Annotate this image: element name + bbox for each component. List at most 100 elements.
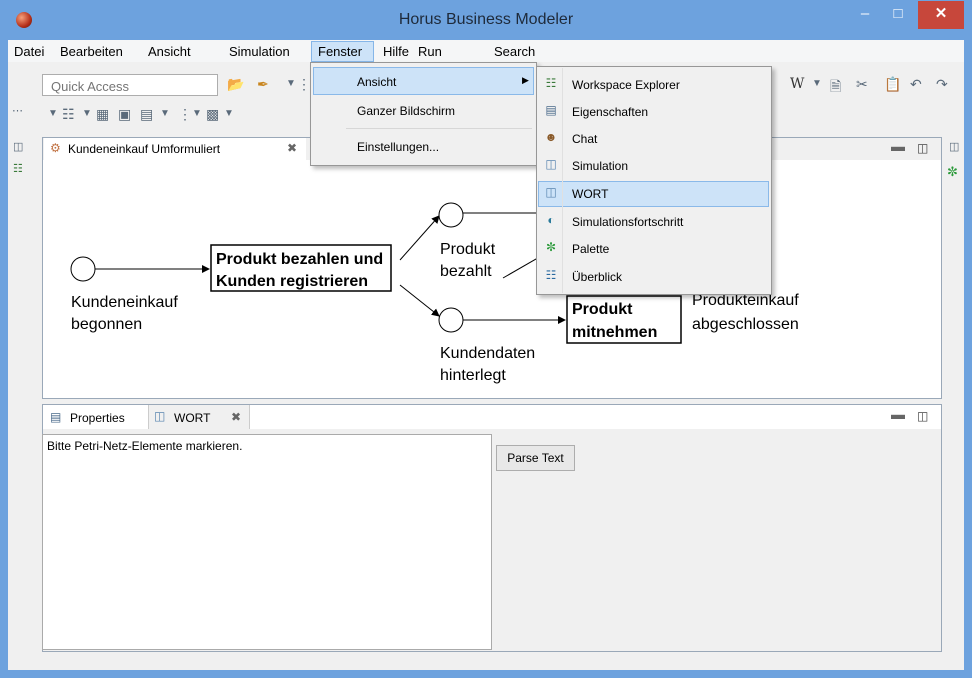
wort-hint-text: Bitte Petri-Netz-Elemente markieren. (47, 439, 243, 453)
dropdown-arrow-icon[interactable]: ▼ (48, 108, 58, 119)
minimize-view-icon[interactable]: ▬ (891, 406, 905, 422)
transition1-label-line1: Produkt bezahlen und (216, 251, 383, 268)
menu-item-palette[interactable]: Palette (572, 242, 609, 256)
properties-icon: ▤ (50, 410, 62, 424)
arc-t1-to-top (399, 215, 440, 261)
menu-simulation[interactable]: Simulation (229, 44, 290, 59)
chat-icon: ☻ (544, 130, 558, 144)
menu-gutter-line (562, 68, 563, 293)
dropdown-arrow-icon[interactable]: ▼ (160, 108, 170, 119)
maximize-view-icon[interactable]: ◫ (917, 409, 928, 423)
menu-search[interactable]: Search (494, 44, 535, 59)
palette-icon[interactable]: ✼ (947, 164, 958, 180)
menu-item-chat[interactable]: Chat (572, 132, 597, 146)
dropdown-arrow-icon[interactable]: ▼ (82, 108, 92, 119)
close-tab-icon[interactable]: ✖ (287, 141, 297, 155)
workspace-explorer-icon: ☷ (545, 76, 557, 90)
minimize-view-icon[interactable]: ▬ (891, 138, 905, 154)
progress-icon: ◐ (547, 213, 555, 227)
tab-wort-label: WORT (174, 411, 211, 425)
window-title: Horus Business Modeler (398, 11, 574, 28)
start-label-line1: Kundeneinkauf (71, 294, 178, 311)
submenu-arrow-icon: ▶ (522, 75, 529, 85)
tab-properties[interactable]: Properties (70, 411, 125, 425)
transition1-label-line2: Kunden registrieren (216, 273, 368, 290)
wort-icon: ◫ (154, 409, 166, 423)
tab-wort[interactable]: ◫ WORT ✖ (148, 405, 250, 429)
overview-icon: ☷ (545, 268, 557, 282)
word-dropdown-icon[interactable]: ▼ (812, 78, 822, 89)
window-frame-left (0, 40, 8, 678)
maximize-button[interactable]: □ (882, 1, 914, 29)
place-top-label-line2: bezahlt (440, 263, 492, 280)
dropdown-arrow-icon[interactable]: ▼ (192, 108, 202, 119)
palette-icon: ✼ (545, 240, 557, 254)
more-tools-icon[interactable]: ⋯ (12, 104, 23, 117)
menu-item-ansicht-highlight (313, 67, 534, 95)
menu-separator (346, 128, 532, 129)
align-icon[interactable]: ▤ (140, 106, 153, 123)
wort-text-area[interactable]: Bitte Petri-Netz-Elemente markieren. (42, 434, 492, 650)
close-tab-icon[interactable]: ✖ (231, 410, 241, 424)
model-icon: ⚙ (50, 141, 61, 155)
place-top-label-line1: Produkt (440, 241, 496, 258)
restore-icon[interactable]: ◫ (13, 140, 23, 153)
parse-text-button[interactable]: Parse Text (496, 445, 575, 471)
word-icon[interactable]: W (790, 76, 804, 92)
window-frame-bottom (0, 670, 972, 678)
page-icon[interactable]: 🗎 (830, 76, 841, 100)
menu-datei[interactable]: Datei (14, 44, 44, 59)
menu-item-ganzer-bildschirm[interactable]: Ganzer Bildschirm (357, 104, 455, 118)
layout-icon[interactable]: ▦ (96, 106, 109, 123)
menu-item-workspace-explorer[interactable]: Workspace Explorer (572, 78, 680, 92)
dropdown-arrow-icon[interactable]: ▼ (224, 108, 234, 119)
menu-item-simulationsfortschritt[interactable]: Simulationsfortschritt (572, 215, 683, 229)
place-bottom-label-line2: hinterlegt (440, 367, 506, 384)
menu-ansicht[interactable]: Ansicht (148, 44, 191, 59)
close-button[interactable]: ✕ (918, 1, 964, 29)
open-folder-icon[interactable]: 📂 (227, 76, 244, 93)
start-label-line2: begonnen (71, 316, 142, 333)
place-start[interactable] (70, 256, 96, 282)
menu-run[interactable]: Run (418, 44, 442, 59)
wand-icon[interactable]: ✒ (257, 76, 269, 93)
undo-icon[interactable]: ↶ (910, 76, 922, 93)
quick-access-input[interactable] (49, 78, 213, 95)
distribute-icon[interactable]: ⋮ (178, 106, 192, 123)
minimize-button[interactable]: – (850, 1, 880, 29)
petri-net-diagram: Produkt bezahlen und Kunden registrieren… (70, 202, 799, 384)
place-kundendaten[interactable] (438, 307, 464, 333)
menu-hilfe[interactable]: Hilfe (383, 44, 409, 59)
menu-item-simulation[interactable]: Simulation (572, 159, 628, 173)
frame-icon[interactable]: ▣ (118, 106, 131, 123)
transition2-label-line2: mitnehmen (572, 324, 657, 341)
group-icon[interactable]: ▩ (206, 106, 219, 123)
editor-tab-label: Kundeneinkauf Umformuliert (68, 142, 221, 156)
restore-icon[interactable]: ◫ (949, 140, 959, 153)
end-label-line2: abgeschlossen (692, 316, 799, 333)
menu-item-ansicht[interactable]: Ansicht (357, 75, 396, 89)
menu-item-ueberblick[interactable]: Überblick (572, 270, 622, 284)
menu-item-einstellungen[interactable]: Einstellungen... (357, 140, 439, 154)
editor-tab[interactable]: ⚙ Kundeneinkauf Umformuliert ✖ (44, 138, 306, 161)
menu-fenster[interactable]: Fenster (318, 44, 362, 59)
place-bottom-label-line1: Kundendaten (440, 345, 535, 362)
place-produkt-bezahlt[interactable] (438, 202, 464, 228)
paste-icon[interactable]: 📋 (884, 76, 901, 93)
toolbar-separator-icon: ⋮ (297, 76, 311, 92)
window-frame-right (964, 40, 972, 678)
tree-icon[interactable]: ☷ (62, 106, 75, 123)
menu-bearbeiten[interactable]: Bearbeiten (60, 44, 123, 59)
menu-item-eigenschaften[interactable]: Eigenschaften (572, 105, 648, 119)
maximize-view-icon[interactable]: ◫ (917, 141, 928, 155)
transition2-label-line1: Produkt (572, 301, 633, 318)
arc-t1-to-bottom (399, 284, 440, 317)
redo-icon[interactable]: ↷ (936, 76, 948, 93)
workspace-explorer-icon[interactable]: ☷ (13, 162, 23, 175)
dropdown-arrow-icon[interactable]: ▼ (286, 78, 296, 89)
menu-item-wort[interactable]: WORT (572, 187, 608, 201)
simulation-icon: ◫ (545, 157, 557, 171)
quick-access-field[interactable] (42, 74, 218, 96)
properties-icon: ▤ (545, 103, 557, 117)
cut-icon[interactable]: ✂ (856, 76, 868, 93)
